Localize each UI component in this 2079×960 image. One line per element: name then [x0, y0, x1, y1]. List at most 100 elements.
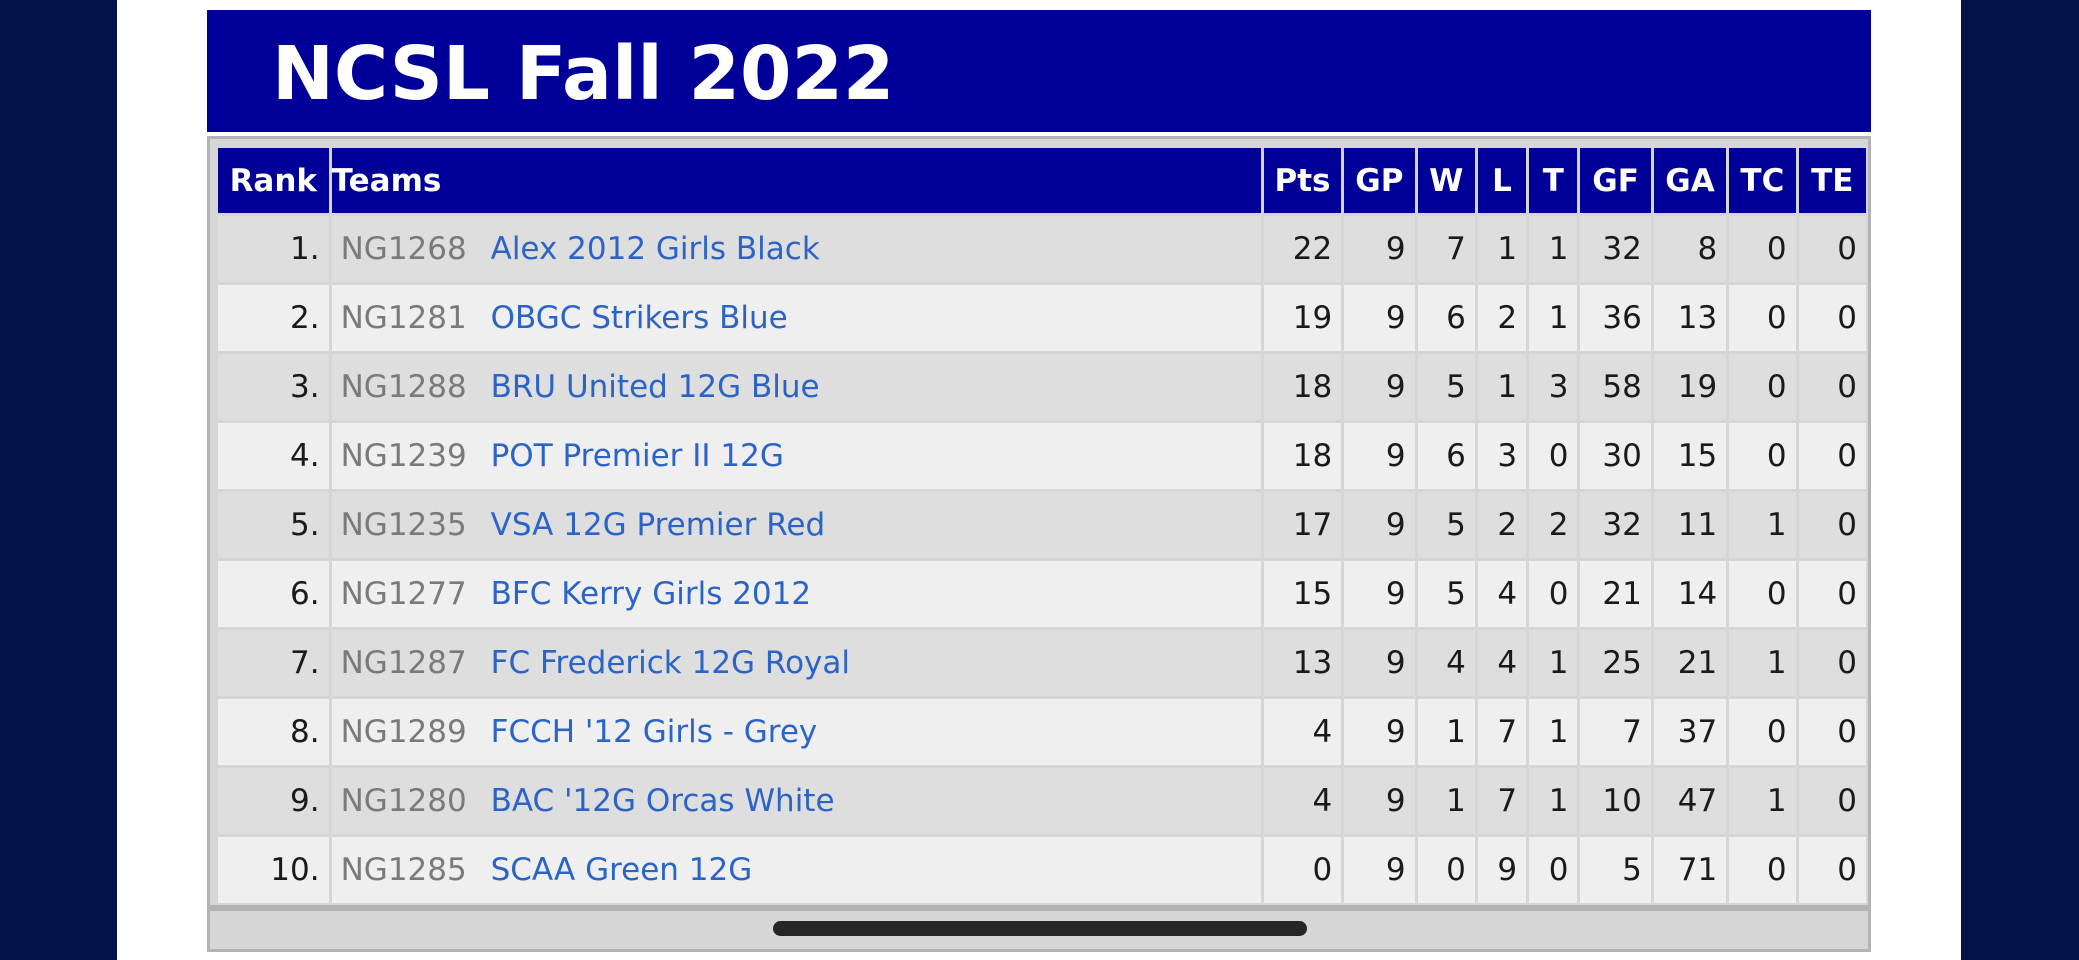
ga-cell: 15 — [1653, 423, 1727, 489]
column-header-t[interactable]: T — [1529, 148, 1578, 213]
l-cell: 4 — [1477, 630, 1527, 696]
te-cell: 0 — [1798, 699, 1866, 765]
rank-cell: 6. — [218, 561, 329, 627]
gp-cell: 9 — [1344, 492, 1415, 558]
table-row: 7. NG1287 FC Frederick 12G Royal 13 9 4 4… — [218, 630, 1866, 696]
gp-cell: 9 — [1344, 630, 1415, 696]
w-cell: 5 — [1417, 561, 1475, 627]
team-cell: NG1277 BFC Kerry Girls 2012 — [331, 561, 1261, 627]
table-row: 10. NG1285 SCAA Green 12G 0 9 0 9 0 5 71 … — [218, 837, 1866, 903]
te-cell: 0 — [1798, 285, 1866, 351]
page-title: NCSL Fall 2022 — [272, 31, 895, 117]
rank-cell: 10. — [218, 837, 329, 903]
team-code: NG1285 — [340, 852, 467, 888]
team-link[interactable]: SCAA Green 12G — [491, 852, 753, 888]
team-link[interactable]: FCCH '12 Girls - Grey — [491, 714, 818, 750]
column-header-l[interactable]: L — [1477, 148, 1527, 213]
column-header-w[interactable]: W — [1417, 148, 1475, 213]
column-header-tc[interactable]: TC — [1729, 148, 1796, 213]
column-header-gp[interactable]: GP — [1344, 148, 1415, 213]
gf-cell: 25 — [1580, 630, 1651, 696]
w-cell: 4 — [1417, 630, 1475, 696]
table-row: 8. NG1289 FCCH '12 Girls - Grey 4 9 1 7 1… — [218, 699, 1866, 765]
t-cell: 1 — [1529, 630, 1578, 696]
team-cell: NG1288 BRU United 12G Blue — [331, 354, 1261, 420]
column-header-te[interactable]: TE — [1798, 148, 1866, 213]
te-cell: 0 — [1798, 630, 1866, 696]
t-cell: 0 — [1529, 423, 1578, 489]
table-row: 2. NG1281 OBGC Strikers Blue 19 9 6 2 1 3… — [218, 285, 1866, 351]
gp-cell: 9 — [1344, 423, 1415, 489]
team-cell: NG1287 FC Frederick 12G Royal — [331, 630, 1261, 696]
te-cell: 0 — [1798, 492, 1866, 558]
table-row: 5. NG1235 VSA 12G Premier Red 17 9 5 2 2 … — [218, 492, 1866, 558]
gf-cell: 5 — [1580, 837, 1651, 903]
rank-cell: 4. — [218, 423, 329, 489]
team-link[interactable]: OBGC Strikers Blue — [491, 300, 788, 336]
l-cell: 4 — [1477, 561, 1527, 627]
column-header-ga[interactable]: GA — [1653, 148, 1727, 213]
team-code: NG1277 — [340, 576, 467, 612]
t-cell: 2 — [1529, 492, 1578, 558]
team-link[interactable]: BAC '12G Orcas White — [491, 783, 835, 819]
table-row: 3. NG1288 BRU United 12G Blue 18 9 5 1 3 … — [218, 354, 1866, 420]
ga-cell: 14 — [1653, 561, 1727, 627]
gp-cell: 9 — [1344, 354, 1415, 420]
l-cell: 3 — [1477, 423, 1527, 489]
gf-cell: 7 — [1580, 699, 1651, 765]
gp-cell: 9 — [1344, 699, 1415, 765]
team-link[interactable]: FC Frederick 12G Royal — [491, 645, 850, 681]
tc-cell: 0 — [1729, 423, 1796, 489]
w-cell: 5 — [1417, 354, 1475, 420]
gf-cell: 32 — [1580, 216, 1651, 282]
te-cell: 0 — [1798, 216, 1866, 282]
gp-cell: 9 — [1344, 285, 1415, 351]
rank-cell: 7. — [218, 630, 329, 696]
tc-cell: 1 — [1729, 768, 1796, 834]
pts-cell: 4 — [1263, 768, 1342, 834]
ga-cell: 47 — [1653, 768, 1727, 834]
gf-cell: 30 — [1580, 423, 1651, 489]
t-cell: 0 — [1529, 561, 1578, 627]
table-row: 1. NG1268 Alex 2012 Girls Black 22 9 7 1 … — [218, 216, 1866, 282]
rank-cell: 9. — [218, 768, 329, 834]
gf-cell: 32 — [1580, 492, 1651, 558]
ga-cell: 19 — [1653, 354, 1727, 420]
team-code: NG1287 — [340, 645, 467, 681]
te-cell: 0 — [1798, 837, 1866, 903]
team-link[interactable]: VSA 12G Premier Red — [491, 507, 826, 543]
team-link[interactable]: BFC Kerry Girls 2012 — [491, 576, 812, 612]
team-cell: NG1285 SCAA Green 12G — [331, 837, 1261, 903]
team-link[interactable]: POT Premier II 12G — [491, 438, 784, 474]
column-header-teams[interactable]: Teams — [331, 148, 1261, 213]
ga-cell: 8 — [1653, 216, 1727, 282]
l-cell: 2 — [1477, 285, 1527, 351]
team-cell: NG1239 POT Premier II 12G — [331, 423, 1261, 489]
rank-cell: 1. — [218, 216, 329, 282]
gf-cell: 36 — [1580, 285, 1651, 351]
rank-cell: 5. — [218, 492, 329, 558]
pts-cell: 13 — [1263, 630, 1342, 696]
pts-cell: 4 — [1263, 699, 1342, 765]
column-header-gf[interactable]: GF — [1580, 148, 1651, 213]
tc-cell: 0 — [1729, 699, 1796, 765]
table-header-row: Rank Teams Pts GP W L T GF GA TC TE — [218, 148, 1866, 213]
team-cell: NG1268 Alex 2012 Girls Black — [331, 216, 1261, 282]
team-link[interactable]: BRU United 12G Blue — [491, 369, 820, 405]
table-row: 9. NG1280 BAC '12G Orcas White 4 9 1 7 1 … — [218, 768, 1866, 834]
ga-cell: 21 — [1653, 630, 1727, 696]
team-code: NG1268 — [340, 231, 467, 267]
team-cell: NG1280 BAC '12G Orcas White — [331, 768, 1261, 834]
column-header-pts[interactable]: Pts — [1263, 148, 1342, 213]
tc-cell: 0 — [1729, 285, 1796, 351]
column-header-rank[interactable]: Rank — [218, 148, 329, 213]
w-cell: 1 — [1417, 699, 1475, 765]
title-banner: NCSL Fall 2022 — [207, 10, 1871, 132]
gp-cell: 9 — [1344, 216, 1415, 282]
team-cell: NG1289 FCCH '12 Girls - Grey — [331, 699, 1261, 765]
w-cell: 6 — [1417, 285, 1475, 351]
pts-cell: 17 — [1263, 492, 1342, 558]
horizontal-scrollbar-thumb[interactable] — [773, 921, 1307, 936]
team-code: NG1239 — [340, 438, 467, 474]
team-link[interactable]: Alex 2012 Girls Black — [491, 231, 820, 267]
